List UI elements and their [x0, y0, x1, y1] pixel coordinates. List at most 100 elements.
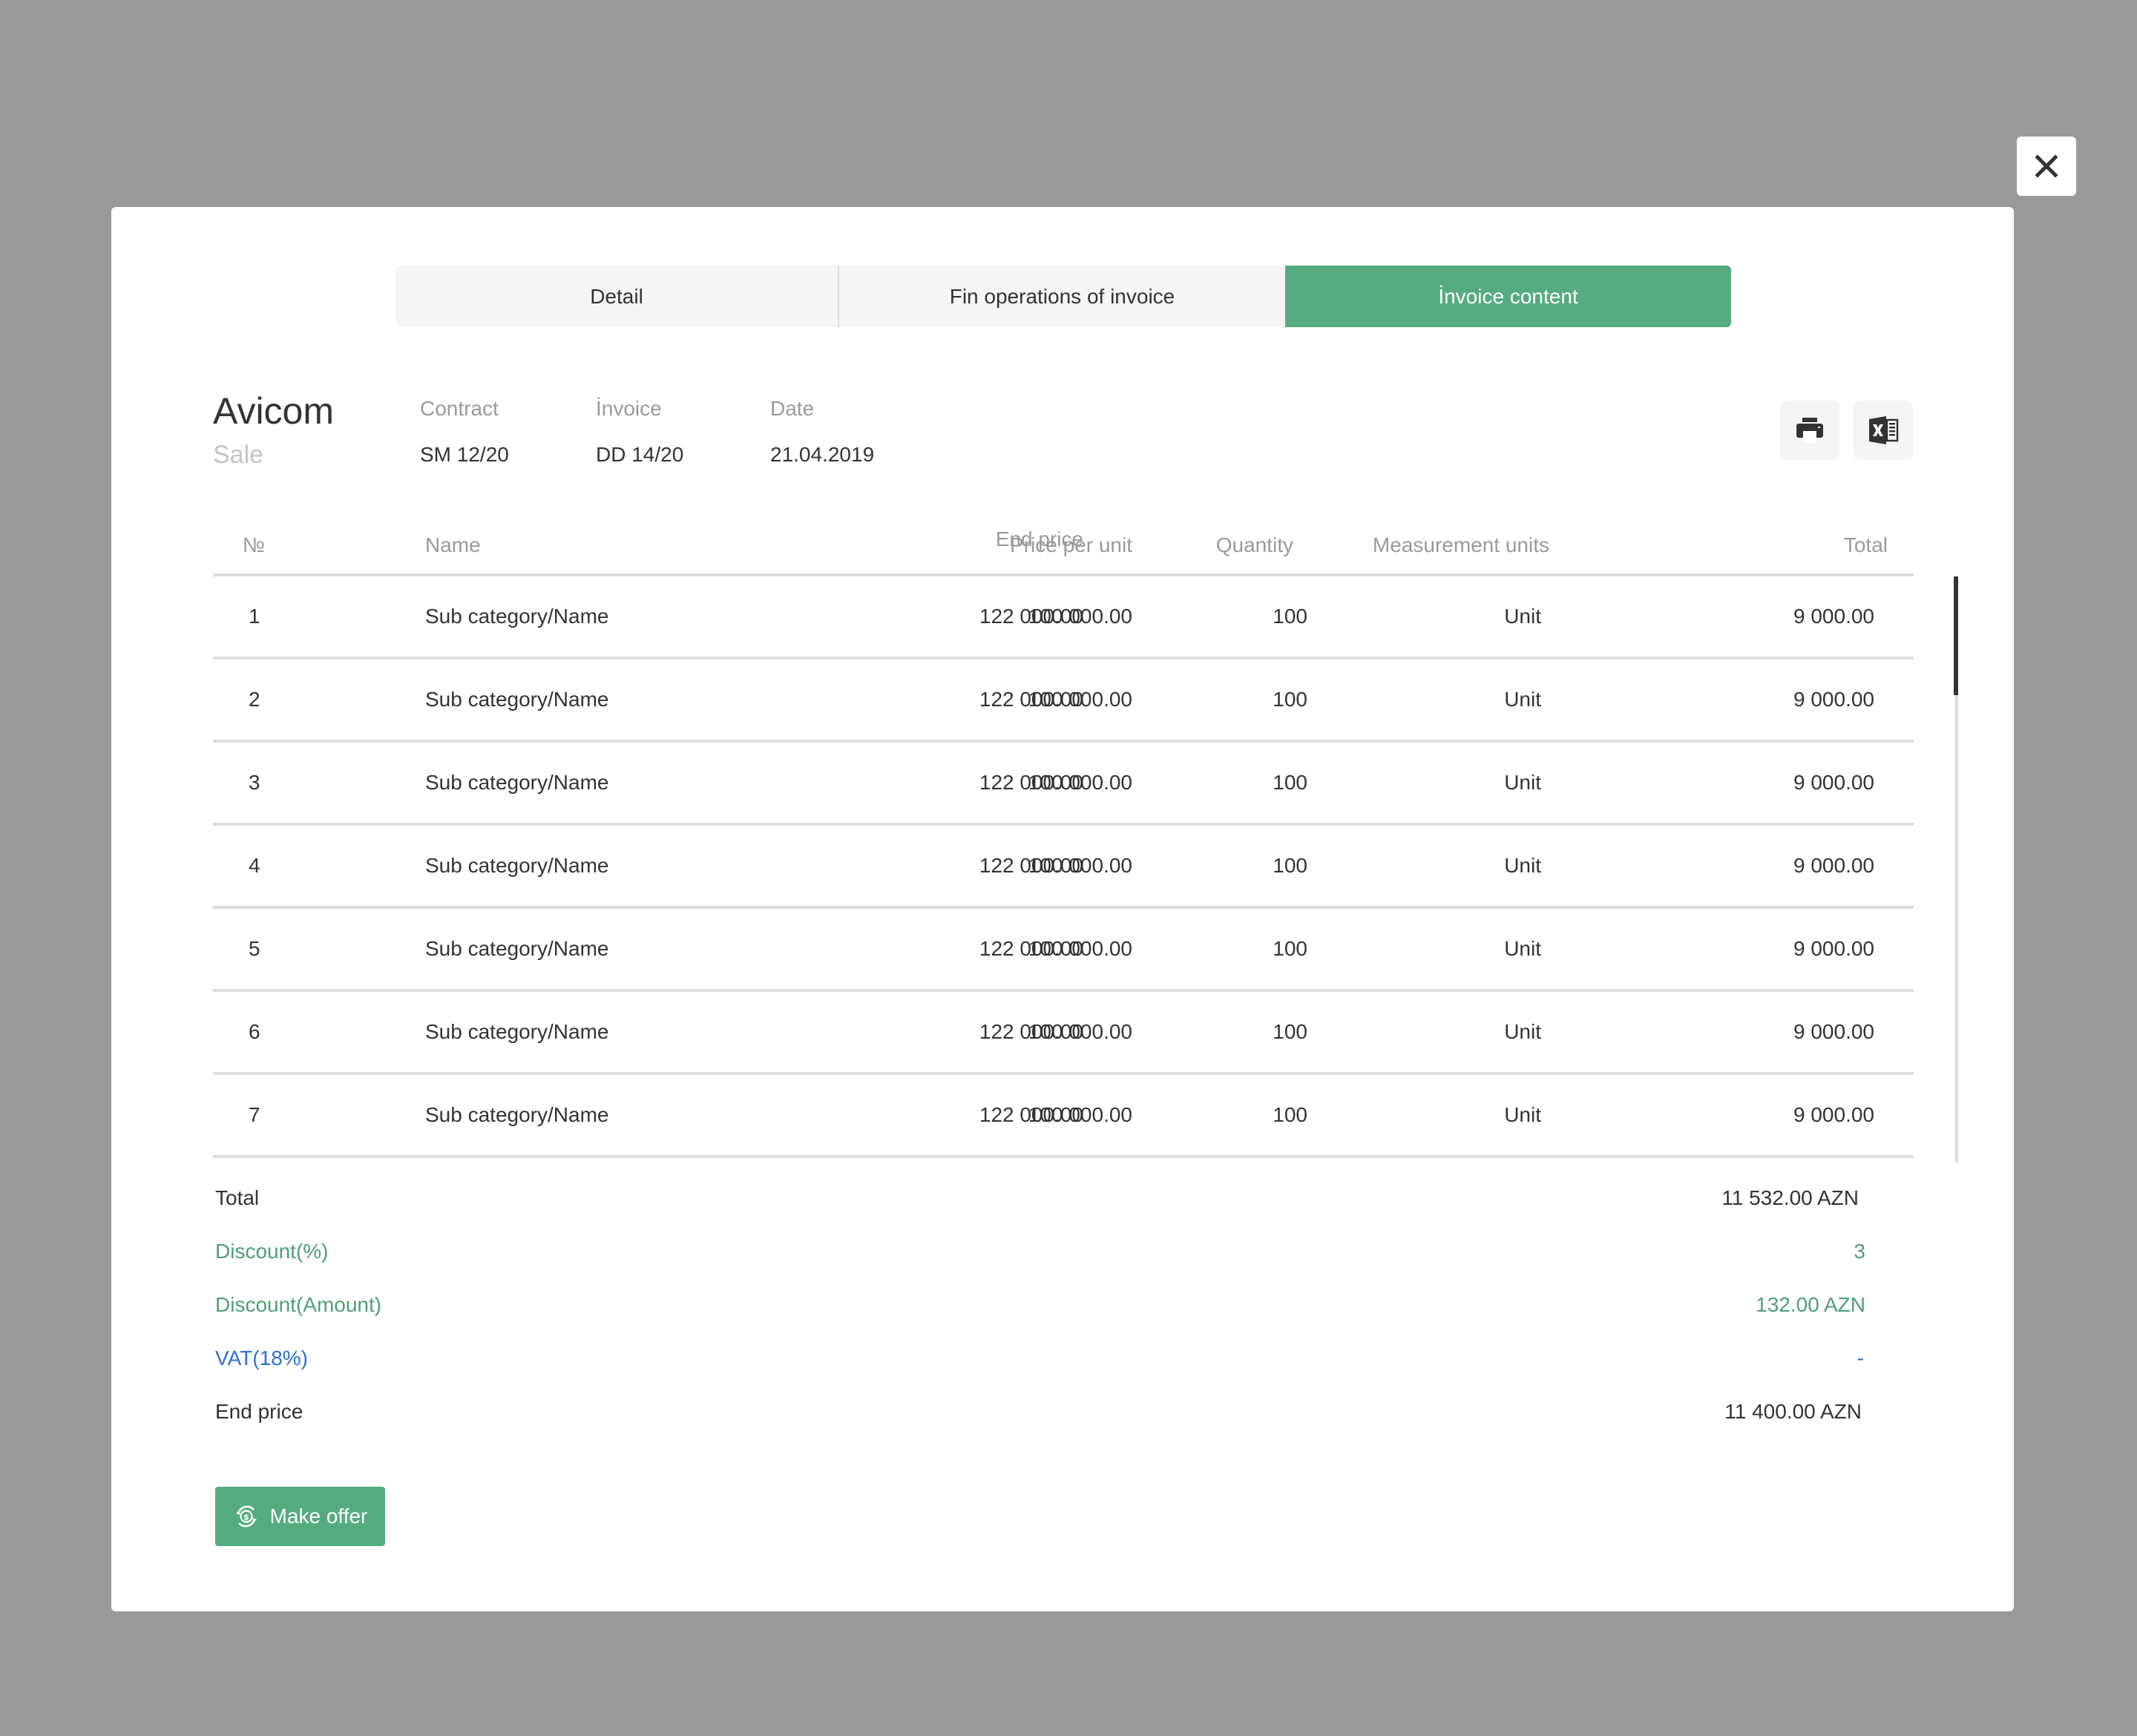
cell-number: 1: [249, 605, 260, 628]
column-header-quantity-text: Quantity: [1215, 533, 1293, 556]
cell-name: Sub category/Name: [425, 1020, 609, 1043]
contract-value: SM 12/20: [420, 443, 509, 466]
close-icon: [2035, 154, 2058, 178]
cell-quantity-text: 100: [1273, 605, 1307, 628]
cell-name: Sub category/Name: [425, 1103, 609, 1126]
cell-measurement-unit-text: Unit: [1504, 605, 1542, 628]
tab-detail[interactable]: Detail: [395, 266, 839, 327]
cell-number: 6: [249, 1020, 260, 1043]
table-row[interactable]: 3 Sub category/Name 100 000.00 122 000.00 10…: [213, 743, 1914, 826]
cell-measurement-unit-text: Unit: [1504, 1103, 1542, 1126]
summary-discount-amount-value: 132.00 AZN: [1756, 1293, 1865, 1316]
summary-discount-percent-value: 3: [1854, 1240, 1865, 1263]
summary-vat-label: VAT(18%): [215, 1347, 308, 1370]
table-row[interactable]: 5 Sub category/Name 100 000.00 122 000.00 10…: [213, 909, 1914, 992]
date-value: 21.04.2019: [770, 443, 875, 466]
cell-quantity-text: 100: [1273, 1020, 1307, 1043]
cell-total: 9 000.00: [1793, 605, 1874, 628]
cell-quantity-text: 100: [1273, 1103, 1307, 1126]
column-header-measurement-units-text: Measurement units: [1372, 533, 1550, 556]
operation-type: Sale: [213, 441, 264, 469]
summary-total-label: Total: [215, 1186, 260, 1209]
table-row[interactable]: 1 Sub category/Name 100 000.00 122 000.00 10…: [213, 576, 1914, 660]
cell-quantity-text: 100: [1273, 937, 1307, 960]
contract-field: Contract SM 12/20: [420, 397, 509, 467]
cell-quantity-text: 100: [1273, 854, 1307, 877]
column-header-total: Total: [1843, 533, 1888, 556]
summary-discount-percent-label: Discount(%): [215, 1240, 329, 1263]
invoice-value: DD 14/20: [596, 443, 684, 466]
invoice-items-table: № Name Price per unit End price Quantity…: [213, 519, 1914, 1158]
cell-end-price-text: 122 000.00: [979, 771, 1084, 794]
cell-quantity-text: 100: [1273, 771, 1307, 794]
cell-measurement-unit-text: Unit: [1504, 937, 1542, 960]
invoice-field: İnvoice DD 14/20: [596, 397, 683, 467]
invoice-modal: Detail Fin operations of invoice İnvoice…: [111, 207, 2014, 1611]
invoice-summary: Total 11 532.00 AZN Discount(%) 3 Discou…: [215, 1186, 1989, 1453]
summary-vat-row: VAT(18%) -: [215, 1347, 1989, 1400]
cell-quantity-text: 100: [1273, 688, 1307, 711]
cell-total: 9 000.00: [1793, 1103, 1874, 1126]
cell-end-price-text: 122 000.00: [979, 854, 1084, 877]
table-row[interactable]: 4 Sub category/Name 100 000.00 122 000.00 10…: [213, 826, 1914, 909]
print-button[interactable]: [1780, 401, 1839, 460]
cell-name: Sub category/Name: [425, 605, 609, 628]
column-header-name: Name: [425, 533, 481, 556]
table-body: 1 Sub category/Name 100 000.00 122 000.00 10…: [213, 576, 1914, 1158]
cell-number: 2: [249, 688, 260, 711]
summary-vat-value: -: [1857, 1347, 1864, 1370]
summary-end-price-label: End price: [215, 1400, 303, 1423]
cell-end-price-text: 122 000.00: [979, 688, 1084, 711]
cell-end-price-text: 122 000.00: [979, 1103, 1084, 1126]
make-offer-label: Make offer: [269, 1505, 368, 1528]
column-header-number: №: [243, 533, 266, 556]
cell-name: Sub category/Name: [425, 854, 609, 877]
summary-end-price-row: End price 11 400.00 AZN: [215, 1400, 1989, 1453]
cell-end-price-text: 122 000.00: [979, 1020, 1084, 1043]
table-row[interactable]: 6 Sub category/Name 100 000.00 122 000.00 10…: [213, 992, 1914, 1075]
contract-label: Contract: [420, 397, 499, 420]
summary-end-price-value: 11 400.00 AZN: [1724, 1400, 1862, 1423]
cell-total: 9 000.00: [1793, 688, 1874, 711]
cell-total: 9 000.00: [1793, 771, 1874, 794]
summary-discount-percent-row: Discount(%) 3: [215, 1240, 1989, 1293]
print-icon: [1796, 418, 1823, 443]
cell-name: Sub category/Name: [425, 688, 609, 711]
excel-icon: [1869, 416, 1899, 444]
date-label: Date: [770, 397, 815, 420]
cell-number: 5: [249, 937, 260, 960]
make-offer-button[interactable]: $ Make offer: [215, 1487, 385, 1546]
cell-total: 9 000.00: [1793, 1020, 1874, 1043]
column-header-end-price-text: End price: [995, 527, 1084, 550]
cell-number: 7: [249, 1103, 260, 1126]
tab-fin-operations[interactable]: Fin operations of invoice: [839, 266, 1285, 327]
cell-number: 4: [249, 854, 260, 877]
cell-name: Sub category/Name: [425, 937, 609, 960]
summary-total-row: Total 11 532.00 AZN: [215, 1186, 1989, 1240]
table-scrollbar-thumb[interactable]: [1954, 576, 1958, 695]
export-excel-button[interactable]: [1854, 401, 1913, 460]
cell-measurement-unit-text: Unit: [1504, 688, 1542, 711]
cell-measurement-unit-text: Unit: [1504, 771, 1542, 794]
cell-number: 3: [249, 771, 260, 794]
tab-invoice-content[interactable]: İnvoice content: [1285, 266, 1731, 327]
cell-end-price-text: 122 000.00: [979, 605, 1084, 628]
table-row[interactable]: 2 Sub category/Name 100 000.00 122 000.00 10…: [213, 660, 1914, 743]
cell-measurement-unit-text: Unit: [1504, 1020, 1542, 1043]
table-header: № Name Price per unit End price Quantity…: [213, 519, 1914, 576]
invoice-label: İnvoice: [596, 397, 662, 420]
summary-total-value: 11 532.00 AZN: [1721, 1186, 1859, 1209]
close-button[interactable]: [2017, 137, 2076, 196]
svg-text:$: $: [243, 1513, 249, 1522]
date-field: Date 21.04.2019: [770, 397, 874, 467]
cell-name: Sub category/Name: [425, 771, 609, 794]
tab-bar: Detail Fin operations of invoice İnvoice…: [395, 266, 1731, 327]
cell-total: 9 000.00: [1793, 937, 1874, 960]
cell-end-price-text: 122 000.00: [979, 937, 1084, 960]
company-name: Avicom: [213, 390, 335, 432]
cell-measurement-unit-text: Unit: [1504, 854, 1542, 877]
cell-total: 9 000.00: [1793, 854, 1874, 877]
summary-discount-amount-row: Discount(Amount) 132.00 AZN: [215, 1293, 1989, 1347]
table-row[interactable]: 7 Sub category/Name 100 000.00 122 000.00 10…: [213, 1075, 1914, 1158]
money-exchange-icon: $: [235, 1505, 257, 1528]
